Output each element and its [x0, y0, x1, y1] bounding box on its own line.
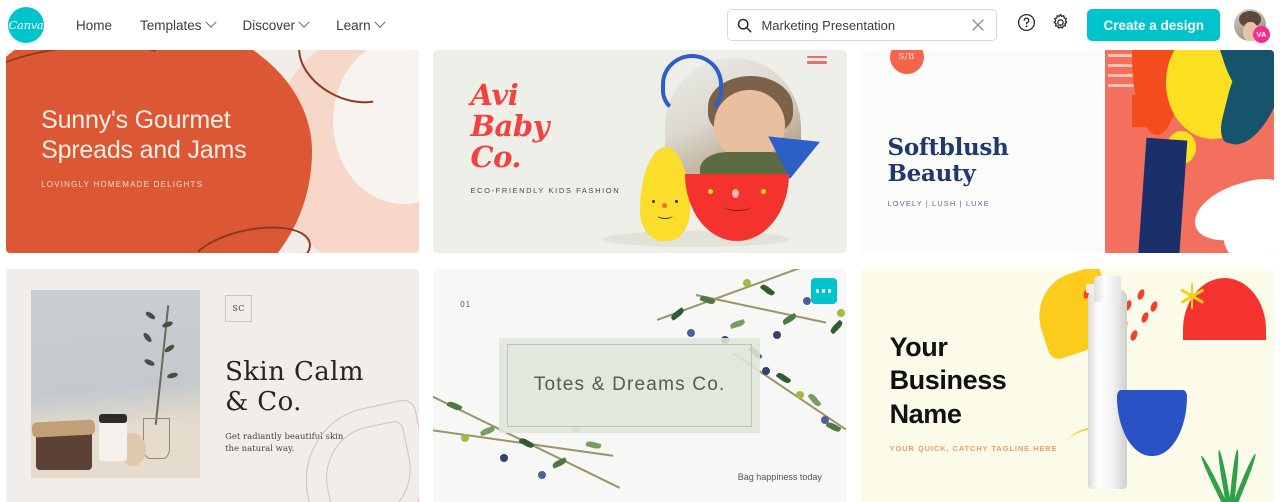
- nav-item-discover-label: Discover: [242, 17, 296, 33]
- template-card-softblush-beauty[interactable]: S/B Softblush Beauty LOVELY | LUSH | LUX…: [860, 50, 1274, 253]
- nav-item-learn-label: Learn: [336, 17, 371, 33]
- template-card-avi-baby-co[interactable]: Avi Baby Co. ECO-FRIENDLY KIDS FASHION: [433, 50, 847, 253]
- template-title-line-1: Softblush: [887, 134, 1009, 162]
- template-title-line-1: Sunny's Gourmet: [41, 105, 231, 134]
- nav-item-learn[interactable]: Learn: [322, 12, 398, 39]
- decorative-shape: [1131, 94, 1156, 128]
- template-title-line-2: & Co.: [225, 387, 302, 418]
- template-text-block: Your Business Name YOUR QUICK, CATCHY TA…: [890, 331, 1058, 453]
- template-card-skin-calm-co[interactable]: SC Skin Calm & Co. Get radiantly beautif…: [6, 269, 420, 502]
- photo-detail: [98, 421, 128, 461]
- nav-item-templates-label: Templates: [140, 17, 202, 33]
- template-title-line-2: Spreads and Jams: [41, 136, 247, 165]
- template-footer-text: Bag happiness today: [737, 472, 822, 483]
- header-actions: Create a design VA: [727, 9, 1270, 43]
- photo-detail: [98, 413, 128, 424]
- canva-logo-text: Canva: [8, 18, 44, 32]
- template-title-line-1: Your: [889, 331, 948, 362]
- decorative-shape: [1137, 138, 1187, 253]
- chevron-down-icon: [298, 16, 310, 28]
- chevron-down-icon: [204, 16, 217, 28]
- slide-number: 01: [460, 299, 472, 309]
- title-plate: Totes & Dreams Co.: [499, 337, 760, 433]
- brand-badge: S/B: [889, 50, 924, 74]
- settings-button[interactable]: [1045, 10, 1075, 40]
- template-card-your-business-name[interactable]: Your Business Name YOUR QUICK, CATCHY TA…: [860, 269, 1274, 502]
- clear-search-icon[interactable]: [969, 16, 987, 34]
- brand-monogram: SC: [225, 295, 253, 323]
- template-text-block: Softblush Beauty LOVELY | LUSH | LUXE: [888, 135, 1009, 208]
- template-card-sunnys-gourmet[interactable]: Sunny's Gourmet Spreads and Jams LOVINGL…: [6, 50, 420, 253]
- main-navigation: Home Templates Discover Learn: [62, 12, 398, 39]
- template-title-line-1: Avi: [470, 78, 519, 113]
- template-subtitle: YOUR QUICK, CATCHY TAGLINE HERE: [889, 444, 1058, 454]
- template-text-block: Avi Baby Co. ECO-FRIENDLY KIDS FASHION: [470, 78, 621, 196]
- photo-detail: [142, 417, 170, 459]
- avatar-badge: VA: [1253, 26, 1270, 43]
- template-text-block: Sunny's Gourmet Spreads and Jams LOVINGL…: [41, 105, 246, 189]
- nav-item-discover[interactable]: Discover: [229, 12, 323, 39]
- template-subtitle: LOVELY | LUSH | LUXE: [887, 199, 990, 209]
- search-icon: [737, 18, 752, 33]
- template-title-line-2: Business: [889, 365, 1007, 396]
- template-thumbnail: Sunny's Gourmet Spreads and Jams LOVINGL…: [6, 50, 420, 253]
- template-thumbnail: S/B Softblush Beauty LOVELY | LUSH | LUX…: [861, 50, 1274, 253]
- decorative-shape: [1116, 389, 1188, 457]
- template-title-line-3: Name: [889, 398, 962, 429]
- abstract-artwork: [1104, 50, 1274, 253]
- template-title-line-2: Beauty: [887, 160, 976, 188]
- template-title-line-2: Baby: [470, 109, 550, 144]
- template-subtitle: LOVINGLY HOMEMADE DELIGHTS: [41, 179, 204, 189]
- template-title-line-1: Skin Calm: [225, 356, 364, 387]
- nav-item-home[interactable]: Home: [62, 12, 126, 39]
- template-subtitle: ECO-FRIENDLY KIDS FASHION: [470, 186, 621, 196]
- question-mark-circle-icon: [1017, 13, 1036, 37]
- chevron-down-icon: [373, 16, 386, 28]
- template-thumbnail: Your Business Name YOUR QUICK, CATCHY TA…: [861, 269, 1274, 502]
- gear-icon: [1051, 13, 1070, 37]
- star-icon: [1178, 283, 1204, 310]
- template-title: Totes & Dreams Co.: [533, 374, 726, 396]
- top-navigation-bar: Canva Home Templates Discover Learn Mark…: [0, 0, 1280, 50]
- template-results-grid: Sunny's Gourmet Spreads and Jams LOVINGL…: [0, 50, 1280, 502]
- template-title-line-3: Co.: [470, 140, 522, 175]
- nav-item-templates[interactable]: Templates: [126, 12, 229, 39]
- bottle-cap: [1094, 276, 1122, 303]
- create-a-design-button[interactable]: Create a design: [1087, 9, 1220, 41]
- nav-item-home-label: Home: [76, 17, 113, 33]
- template-thumbnail: Avi Baby Co. ECO-FRIENDLY KIDS FASHION: [433, 50, 846, 253]
- menu-lines-icon: [806, 56, 827, 67]
- product-photo: [30, 290, 201, 478]
- search-input[interactable]: [761, 17, 970, 33]
- canva-logo[interactable]: Canva: [8, 7, 44, 43]
- decorative-grass: [1195, 449, 1265, 502]
- template-thumbnail: SC Skin Calm & Co. Get radiantly beautif…: [6, 269, 420, 502]
- user-avatar[interactable]: VA: [1234, 9, 1270, 43]
- search-bar[interactable]: [727, 9, 998, 41]
- more-options-icon[interactable]: [810, 278, 837, 304]
- template-card-totes-and-dreams-co[interactable]: 01 Totes & Dreams Co. Bag happiness toda…: [433, 269, 847, 502]
- template-thumbnail: 01 Totes & Dreams Co. Bag happiness toda…: [433, 269, 847, 502]
- help-button[interactable]: [1011, 10, 1041, 40]
- decorative-loop: [660, 54, 723, 115]
